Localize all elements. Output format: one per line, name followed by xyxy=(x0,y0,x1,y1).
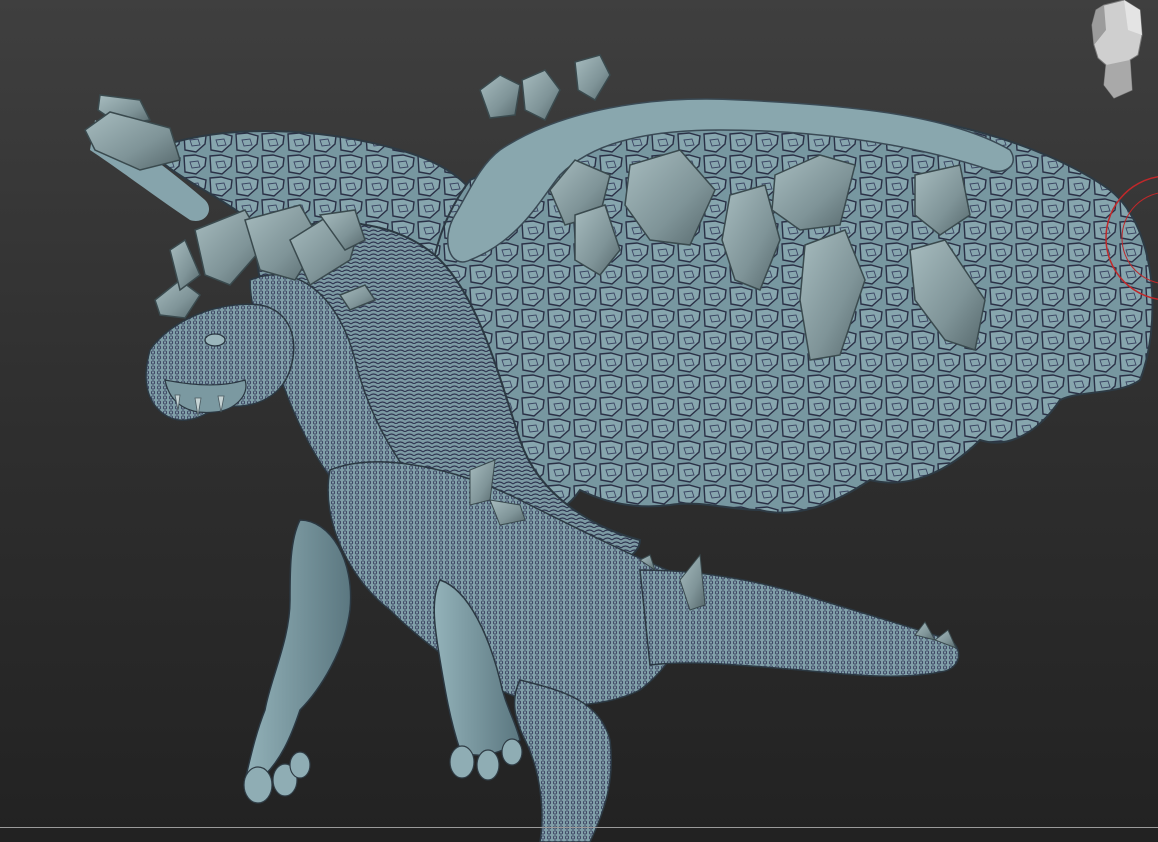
head-orientation-icon[interactable] xyxy=(1084,0,1148,100)
rotation-gizmo-icon[interactable] xyxy=(1098,168,1158,308)
left-wing-crystals xyxy=(84,94,181,171)
sculpt-viewport[interactable] xyxy=(0,0,1158,842)
dragon-eye xyxy=(204,333,226,347)
front-left-leg xyxy=(243,519,352,790)
floor-grid-line xyxy=(0,827,1158,828)
dragon-model[interactable] xyxy=(0,0,1158,842)
hind-leg xyxy=(513,679,613,842)
